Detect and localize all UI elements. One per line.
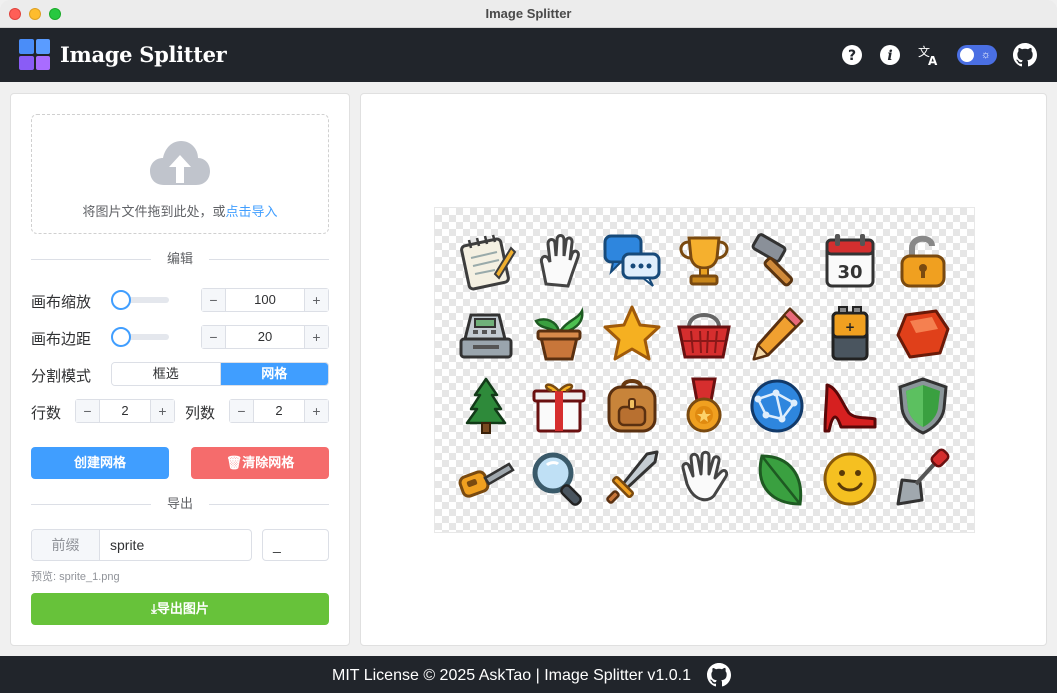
export-divider: 导出 [31, 495, 329, 513]
shield-icon [892, 375, 954, 437]
split-mode-selector: 框选 网格 [111, 362, 329, 386]
decrement-button[interactable]: − [230, 400, 254, 422]
potted-plant-icon [528, 303, 590, 365]
separator-input[interactable]: _ [262, 529, 329, 561]
clear-grid-label: 清除网格 [242, 455, 295, 470]
battery-icon: + [819, 303, 881, 365]
slider-handle[interactable] [111, 290, 131, 310]
clear-grid-button[interactable]: 🗑清除网格 [191, 447, 329, 479]
magnifier-icon [528, 448, 590, 510]
footer-text: MIT License © 2025 AskTao | Image Splitt… [332, 667, 691, 684]
canvas-scale-slider[interactable] [111, 290, 169, 310]
preview-panel: 30 + [360, 93, 1047, 646]
hand-icon [673, 448, 735, 510]
increment-button[interactable]: + [304, 289, 328, 311]
app-footer: MIT License © 2025 AskTao | Image Splitt… [0, 656, 1057, 693]
rows-value[interactable]: 2 [100, 400, 150, 422]
canvas-margin-stepper[interactable]: − 20 + [201, 325, 329, 349]
sun-icon: ☼ [980, 49, 991, 61]
basket-icon [673, 303, 735, 365]
increment-button[interactable]: + [304, 326, 328, 348]
notepad-icon [455, 230, 517, 292]
translate-icon[interactable]: 文A [917, 43, 941, 68]
svg-text:A: A [928, 54, 938, 67]
smiley-icon [819, 448, 881, 510]
cash-register-icon [455, 303, 517, 365]
split-mode-grid-option[interactable]: 网格 [220, 363, 328, 385]
prefix-input-group: 前缀 sprite [31, 529, 252, 561]
hammer-icon [746, 230, 808, 292]
rows-stepper[interactable]: − 2 + [75, 399, 175, 423]
split-mode-box-option[interactable]: 框选 [112, 363, 221, 385]
upload-dropzone[interactable]: 将图片文件拖到此处，或点击导入 [31, 114, 329, 234]
footer-github-icon[interactable] [707, 663, 731, 687]
canvas-scale-value[interactable]: 100 [226, 289, 304, 311]
canvas-scale-label: 画布缩放 [31, 294, 92, 311]
cols-label: 列数 [185, 405, 216, 422]
pine-tree-icon [455, 375, 517, 437]
sword-icon [601, 448, 663, 510]
rows-label: 行数 [31, 405, 62, 422]
upload-hint-text: 将图片文件拖到此处，或 [82, 204, 226, 219]
decrement-button[interactable]: − [76, 400, 100, 422]
info-icon[interactable]: i [878, 43, 902, 67]
help-icon[interactable]: ? [840, 43, 864, 67]
create-grid-button[interactable]: 创建网格 [31, 447, 169, 479]
globe-icon [746, 375, 808, 437]
cloud-upload-icon [150, 141, 210, 194]
gift-icon [528, 375, 590, 437]
high-heel-icon [819, 375, 881, 437]
export-button[interactable]: ⤓导出图片 [31, 593, 329, 625]
canvas-margin-slider[interactable] [111, 327, 169, 347]
prefix-input[interactable]: sprite [100, 530, 251, 560]
chat-bubbles-icon [601, 230, 663, 292]
gem-icon [892, 303, 954, 365]
canvas-margin-value[interactable]: 20 [226, 326, 304, 348]
canvas-margin-label: 画布边距 [31, 331, 92, 348]
decrement-button[interactable]: − [202, 289, 226, 311]
decrement-button[interactable]: − [202, 326, 226, 348]
control-panel: 将图片文件拖到此处，或点击导入 编辑 画布缩放 − 100 + 画布边距 − 2… [10, 93, 350, 646]
sprite-canvas[interactable]: 30 + [434, 207, 975, 533]
glove-icon [528, 230, 590, 292]
calendar-icon: 30 [819, 230, 881, 292]
import-link[interactable]: 点击导入 [226, 204, 278, 219]
app-header: Image Splitter ? i 文A ☼ [0, 28, 1057, 82]
pencil-icon [746, 303, 808, 365]
padlock-icon [892, 230, 954, 292]
trash-icon: 🗑 [225, 455, 243, 470]
trowel-icon [892, 448, 954, 510]
toggle-knob [960, 48, 974, 62]
window-title: Image Splitter [485, 6, 572, 21]
cols-stepper[interactable]: − 2 + [229, 399, 329, 423]
trophy-icon [673, 230, 735, 292]
github-icon[interactable] [1013, 43, 1037, 67]
increment-button[interactable]: + [150, 400, 174, 422]
slider-handle[interactable] [111, 327, 131, 347]
svg-text:+: + [845, 320, 855, 334]
calendar-day: 30 [837, 262, 862, 283]
svg-text:?: ? [848, 48, 856, 64]
export-section-title: 导出 [150, 495, 210, 513]
leaf-icon [746, 448, 808, 510]
star-icon [601, 303, 663, 365]
edit-divider: 编辑 [31, 250, 329, 268]
canvas-scale-stepper[interactable]: − 100 + [201, 288, 329, 312]
split-mode-label: 分割模式 [31, 368, 92, 385]
app-logo-icon [19, 39, 50, 70]
edit-section-title: 编辑 [150, 250, 210, 268]
svg-text:i: i [887, 48, 892, 64]
cols-value[interactable]: 2 [254, 400, 304, 422]
app-title: Image Splitter [60, 42, 227, 67]
increment-button[interactable]: + [304, 400, 328, 422]
export-button-label: 导出图片 [156, 601, 209, 616]
medal-icon [673, 375, 735, 437]
prefix-label: 前缀 [32, 530, 100, 560]
key-icon [455, 448, 517, 510]
upload-hint: 将图片文件拖到此处，或点击导入 [32, 201, 328, 220]
backpack-icon [601, 375, 663, 437]
filename-preview: 预览: sprite_1.png [31, 571, 120, 583]
window-titlebar: Image Splitter [0, 0, 1057, 28]
theme-toggle[interactable]: ☼ [957, 45, 997, 65]
